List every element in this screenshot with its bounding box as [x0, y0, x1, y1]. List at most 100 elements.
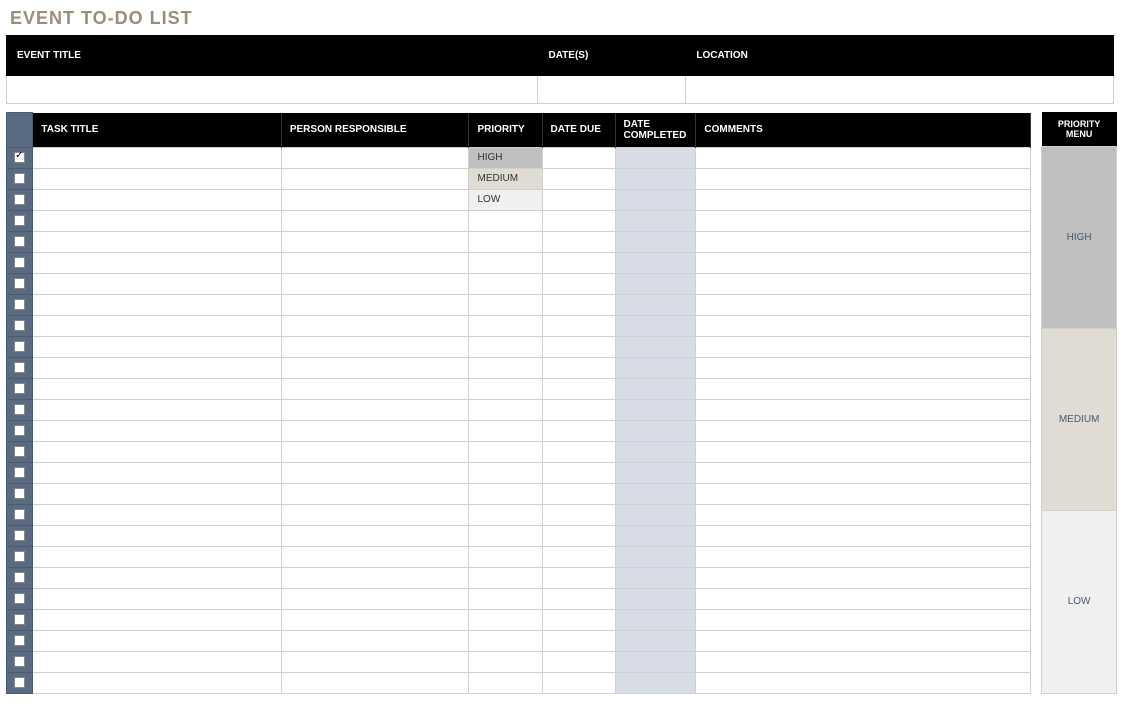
priority-cell[interactable] [469, 336, 542, 357]
priority-cell[interactable] [469, 546, 542, 567]
person-cell[interactable] [281, 441, 469, 462]
comments-cell[interactable] [696, 483, 1031, 504]
priority-menu-option[interactable]: LOW [1042, 511, 1117, 693]
task-title-cell[interactable] [33, 210, 281, 231]
date-completed-cell[interactable] [615, 378, 696, 399]
person-cell[interactable] [281, 588, 469, 609]
date-completed-cell[interactable] [615, 504, 696, 525]
row-checkbox-cell[interactable] [7, 546, 33, 567]
comments-cell[interactable] [696, 210, 1031, 231]
person-cell[interactable] [281, 231, 469, 252]
task-title-cell[interactable] [33, 294, 281, 315]
date-completed-cell[interactable] [615, 336, 696, 357]
date-due-cell[interactable] [542, 672, 615, 693]
priority-cell[interactable] [469, 231, 542, 252]
date-due-cell[interactable] [542, 231, 615, 252]
person-cell[interactable] [281, 462, 469, 483]
date-due-cell[interactable] [542, 210, 615, 231]
priority-cell[interactable] [469, 378, 542, 399]
date-completed-cell[interactable] [615, 546, 696, 567]
task-title-cell[interactable] [33, 441, 281, 462]
date-completed-cell[interactable] [615, 294, 696, 315]
task-title-cell[interactable] [33, 231, 281, 252]
person-cell[interactable] [281, 567, 469, 588]
row-checkbox-cell[interactable] [7, 336, 33, 357]
comments-cell[interactable] [696, 546, 1031, 567]
date-completed-cell[interactable] [615, 462, 696, 483]
checkbox-icon[interactable] [14, 425, 25, 436]
date-due-cell[interactable] [542, 252, 615, 273]
priority-cell[interactable] [469, 609, 542, 630]
date-due-cell[interactable] [542, 651, 615, 672]
date-completed-cell[interactable] [615, 609, 696, 630]
priority-cell[interactable] [469, 672, 542, 693]
comments-cell[interactable] [696, 462, 1031, 483]
row-checkbox-cell[interactable] [7, 420, 33, 441]
task-title-cell[interactable] [33, 399, 281, 420]
location-input[interactable] [686, 76, 1114, 104]
task-title-cell[interactable] [33, 567, 281, 588]
comments-cell[interactable] [696, 420, 1031, 441]
date-completed-cell[interactable] [615, 567, 696, 588]
priority-cell[interactable] [469, 588, 542, 609]
row-checkbox-cell[interactable] [7, 147, 33, 168]
priority-cell[interactable] [469, 357, 542, 378]
person-cell[interactable] [281, 525, 469, 546]
checkbox-icon[interactable] [14, 215, 25, 226]
row-checkbox-cell[interactable] [7, 441, 33, 462]
row-checkbox-cell[interactable] [7, 168, 33, 189]
date-due-cell[interactable] [542, 462, 615, 483]
date-due-cell[interactable] [542, 357, 615, 378]
date-due-cell[interactable] [542, 315, 615, 336]
row-checkbox-cell[interactable] [7, 315, 33, 336]
task-title-cell[interactable] [33, 609, 281, 630]
comments-cell[interactable] [696, 567, 1031, 588]
comments-cell[interactable] [696, 231, 1031, 252]
date-due-cell[interactable] [542, 483, 615, 504]
date-due-cell[interactable] [542, 546, 615, 567]
task-title-cell[interactable] [33, 147, 281, 168]
row-checkbox-cell[interactable] [7, 189, 33, 210]
priority-cell[interactable] [469, 399, 542, 420]
checkbox-icon[interactable] [14, 614, 25, 625]
date-completed-cell[interactable] [615, 147, 696, 168]
row-checkbox-cell[interactable] [7, 504, 33, 525]
person-cell[interactable] [281, 294, 469, 315]
comments-cell[interactable] [696, 672, 1031, 693]
date-due-cell[interactable] [542, 336, 615, 357]
person-cell[interactable] [281, 189, 469, 210]
person-cell[interactable] [281, 504, 469, 525]
priority-cell[interactable] [469, 252, 542, 273]
row-checkbox-cell[interactable] [7, 483, 33, 504]
person-cell[interactable] [281, 336, 469, 357]
task-title-cell[interactable] [33, 420, 281, 441]
priority-cell[interactable]: LOW [469, 189, 542, 210]
dates-input[interactable] [538, 76, 686, 104]
date-completed-cell[interactable] [615, 630, 696, 651]
comments-cell[interactable] [696, 294, 1031, 315]
priority-cell[interactable] [469, 420, 542, 441]
date-due-cell[interactable] [542, 588, 615, 609]
person-cell[interactable] [281, 399, 469, 420]
checkbox-icon[interactable] [14, 488, 25, 499]
comments-cell[interactable] [696, 399, 1031, 420]
person-cell[interactable] [281, 357, 469, 378]
checkbox-icon[interactable] [14, 341, 25, 352]
comments-cell[interactable] [696, 630, 1031, 651]
person-cell[interactable] [281, 378, 469, 399]
task-title-cell[interactable] [33, 378, 281, 399]
person-cell[interactable] [281, 273, 469, 294]
task-title-cell[interactable] [33, 525, 281, 546]
checkbox-icon[interactable] [14, 236, 25, 247]
checkbox-icon[interactable] [14, 509, 25, 520]
person-cell[interactable] [281, 168, 469, 189]
task-title-cell[interactable] [33, 273, 281, 294]
checkbox-icon[interactable] [14, 593, 25, 604]
date-completed-cell[interactable] [615, 588, 696, 609]
date-completed-cell[interactable] [615, 441, 696, 462]
date-due-cell[interactable] [542, 189, 615, 210]
comments-cell[interactable] [696, 252, 1031, 273]
task-title-cell[interactable] [33, 588, 281, 609]
priority-cell[interactable] [469, 630, 542, 651]
checkbox-icon[interactable] [14, 656, 25, 667]
